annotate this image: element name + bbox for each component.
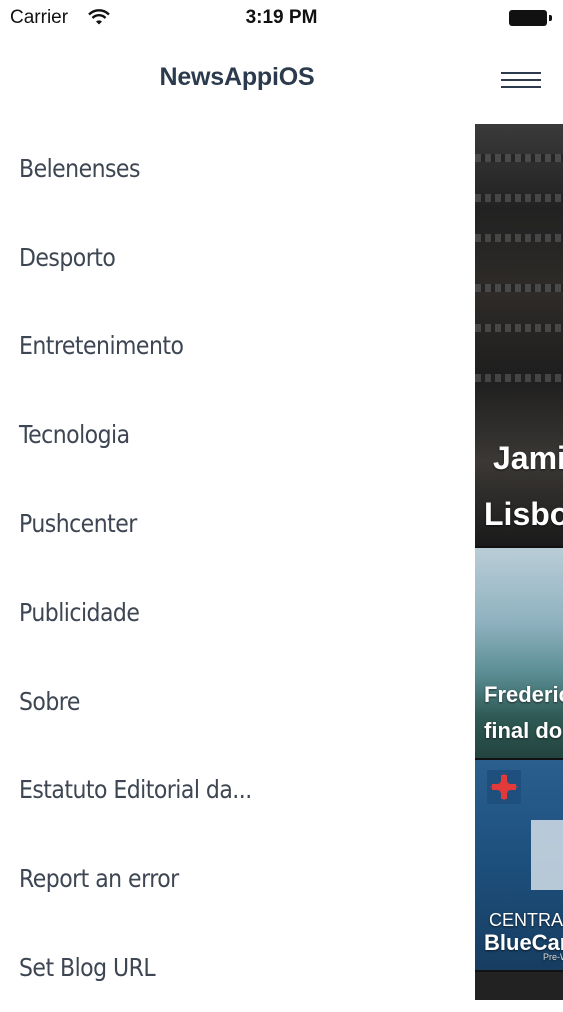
news-card-title: Jami bbox=[493, 440, 563, 476]
cross-icon bbox=[487, 770, 521, 804]
menu-item-belenenses[interactable]: Belenenses bbox=[0, 124, 474, 213]
hamburger-menu-icon[interactable] bbox=[501, 70, 541, 92]
menu-item-label: Report an error bbox=[19, 864, 179, 894]
menu-item-tecnologia[interactable]: Tecnologia bbox=[0, 390, 474, 479]
menu-item-publicidade[interactable]: Publicidade bbox=[0, 568, 474, 657]
status-bar: Carrier 3:19 PM bbox=[0, 0, 563, 36]
news-card-title: CENTRAL: bbox=[489, 910, 563, 930]
menu-item-label: Desporto bbox=[19, 242, 116, 272]
menu-item-label: Sobre bbox=[19, 686, 80, 716]
news-card[interactable]: Jami Lisbo bbox=[475, 124, 563, 546]
menu-item-report-error[interactable]: Report an error bbox=[0, 834, 474, 923]
news-feed-panel[interactable]: Jami Lisbo Frederic final do CENTRAL: Bl… bbox=[475, 124, 563, 1000]
menu-item-label: Belenenses bbox=[19, 153, 140, 183]
menu-item-sobre[interactable]: Sobre bbox=[0, 657, 474, 746]
menu-item-label: Set Blog URL bbox=[19, 953, 156, 983]
side-menu: Belenenses Desporto Entretenimento Tecno… bbox=[0, 124, 474, 1012]
news-card[interactable]: Frederic final do bbox=[475, 548, 563, 758]
clock: 3:19 PM bbox=[245, 7, 318, 28]
menu-item-desporto[interactable]: Desporto bbox=[0, 213, 474, 302]
menu-item-label: Entretenimento bbox=[19, 331, 184, 361]
menu-item-label: Publicidade bbox=[19, 597, 140, 627]
menu-item-label: Pushcenter bbox=[19, 509, 137, 539]
battery-icon bbox=[509, 10, 555, 26]
app-title: NewsAppiOS bbox=[159, 63, 315, 91]
news-card[interactable] bbox=[475, 972, 563, 1000]
navigation-bar: NewsAppiOS bbox=[0, 36, 563, 124]
news-card-title: Lisbo bbox=[484, 496, 563, 532]
menu-item-estatuto-editorial[interactable]: Estatuto Editorial da... bbox=[0, 746, 474, 835]
menu-item-pushcenter[interactable]: Pushcenter bbox=[0, 479, 474, 568]
news-card[interactable]: CENTRAL: BlueCar Pre-W bbox=[475, 760, 563, 970]
news-card-title: Frederic bbox=[484, 682, 563, 707]
menu-item-entretenimento[interactable]: Entretenimento bbox=[0, 302, 474, 391]
menu-item-label: Tecnologia bbox=[19, 420, 130, 450]
menu-item-set-blog-url[interactable]: Set Blog URL bbox=[0, 923, 474, 1012]
news-card-title: final do bbox=[484, 718, 563, 743]
menu-item-label: Estatuto Editorial da... bbox=[19, 775, 252, 805]
news-card-subtitle: Pre-W bbox=[543, 952, 563, 962]
